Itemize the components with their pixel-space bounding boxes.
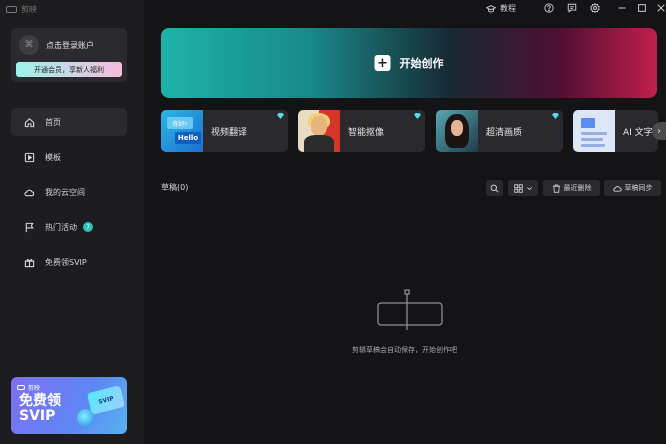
sidebar-item-home[interactable]: 首页	[11, 108, 127, 136]
settings-button[interactable]	[590, 3, 600, 13]
feature-hd-quality[interactable]: 超清画质	[436, 110, 563, 152]
promo-title: 免费领 SVIP	[19, 394, 61, 424]
search-icon	[490, 184, 499, 192]
close-icon	[657, 4, 665, 12]
promo-logo-text: 剪映	[28, 385, 41, 392]
minimize-icon	[618, 7, 626, 9]
tutorial-button[interactable]: 教程	[486, 3, 516, 14]
draft-sync-label: 草稿同步	[624, 184, 653, 192]
sidebar-item-label: 模板	[45, 152, 61, 162]
cloud-icon	[23, 186, 35, 198]
home-icon	[23, 116, 35, 128]
diamond-icon	[414, 113, 421, 119]
sidebar-item-events[interactable]: 热门活动 7	[11, 213, 127, 241]
promo-title-line2: SVIP	[19, 408, 56, 424]
thumb-text-line	[581, 138, 603, 141]
flag-icon	[23, 221, 35, 233]
promo-logo: 剪映	[17, 383, 40, 392]
close-button[interactable]	[656, 3, 666, 13]
maximize-button[interactable]	[637, 3, 647, 13]
search-button[interactable]	[486, 180, 503, 196]
thumb-image-block	[581, 118, 595, 128]
smart-matting-thumbnail	[298, 110, 340, 152]
feature-label: 智能抠像	[348, 128, 385, 138]
ai-text-thumbnail	[573, 110, 615, 152]
chevron-down-icon	[526, 186, 532, 190]
graduation-cap-icon	[486, 4, 496, 12]
help-icon	[544, 3, 554, 13]
drafts-title: 草稿(0)	[161, 183, 189, 192]
thumb-text-line	[581, 144, 605, 147]
recent-delete-label: 最近删除	[563, 184, 592, 192]
login-link[interactable]: 点击登录账户	[46, 40, 94, 51]
sidebar-item-label: 我的云空间	[45, 187, 85, 197]
feedback-button[interactable]	[567, 3, 577, 13]
avatar-icon[interactable]: ⌘	[19, 35, 39, 55]
start-creating-label: 开始创作	[399, 57, 444, 70]
grid-view-icon	[513, 183, 523, 193]
app-logo: 剪映	[6, 4, 37, 15]
help-button[interactable]	[544, 3, 554, 13]
draft-sync-button[interactable]: 草稿同步	[604, 180, 661, 196]
view-mode-dropdown[interactable]	[508, 180, 538, 196]
start-creating-content: + 开始创作	[374, 55, 444, 71]
carousel-next-button[interactable]: ›	[652, 122, 666, 140]
template-icon	[23, 151, 35, 163]
message-icon	[567, 3, 577, 13]
feature-label: 超清画质	[486, 128, 523, 138]
gear-icon	[590, 3, 600, 13]
app-logo-text: 剪映	[21, 5, 37, 14]
gift-icon	[23, 256, 35, 268]
sidebar-item-cloud[interactable]: 我的云空间	[11, 178, 127, 206]
trash-icon	[552, 183, 560, 193]
hd-quality-thumbnail	[436, 110, 478, 152]
cloud-sync-icon	[612, 185, 622, 192]
feature-video-translate[interactable]: 你好! Hello 视频翻译	[161, 110, 288, 152]
sidebar-item-label: 免费领SVIP	[45, 257, 87, 267]
vip-promo-button[interactable]: 开通会员，享新人福利	[16, 62, 122, 77]
minimize-button[interactable]	[617, 3, 627, 13]
recent-delete-button[interactable]: 最近删除	[543, 180, 600, 196]
sidebar-item-label: 热门活动	[45, 222, 77, 232]
plus-icon: +	[374, 55, 391, 71]
video-translate-thumbnail: 你好! Hello	[161, 110, 203, 152]
chevron-right-icon: ›	[657, 125, 661, 137]
feature-label: 视频翻译	[211, 128, 248, 138]
thumb-text-line	[581, 132, 607, 135]
thumb-body	[304, 135, 334, 152]
svip-promo-banner[interactable]: 剪映 免费领 SVIP SVIP	[11, 377, 127, 434]
start-creating-button[interactable]: + 开始创作	[161, 28, 657, 98]
capcut-logo-icon	[6, 6, 17, 13]
thumb-face	[311, 116, 327, 136]
thumb-bubble-english: Hello	[175, 132, 201, 144]
feature-ai-text[interactable]: AI 文字	[573, 110, 658, 152]
tutorial-label: 教程	[500, 4, 516, 13]
account-panel: ⌘ 点击登录账户 开通会员，享新人福利	[11, 28, 127, 82]
sidebar: 剪映 ⌘ 点击登录账户 开通会员，享新人福利 首页 模板 我的云空间 热门活动 …	[0, 0, 144, 444]
diamond-icon	[277, 113, 284, 119]
sidebar-item-templates[interactable]: 模板	[11, 143, 127, 171]
diamond-icon	[552, 113, 559, 119]
capcut-logo-icon	[17, 385, 25, 390]
empty-drafts-illustration	[377, 289, 443, 330]
notification-badge: 7	[83, 222, 93, 232]
maximize-icon	[638, 4, 646, 12]
promo-title-line1: 免费领	[19, 393, 61, 409]
feature-label: AI 文字	[623, 128, 653, 138]
feature-smart-matting[interactable]: 智能抠像	[298, 110, 425, 152]
thumb-bubble-chinese: 你好!	[167, 117, 193, 129]
empty-drafts-text: 剪辑草稿会自动保存，开始创作吧	[352, 346, 457, 354]
sidebar-item-label: 首页	[45, 117, 61, 127]
vip-card-icon: SVIP	[86, 385, 126, 415]
sidebar-item-free-svip[interactable]: 免费领SVIP	[11, 248, 127, 276]
thumb-face	[451, 120, 463, 136]
